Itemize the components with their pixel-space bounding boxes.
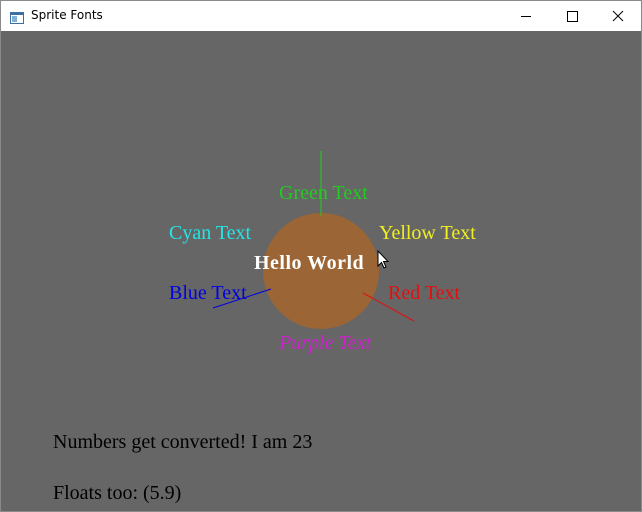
hello-world-label: Hello World: [254, 252, 365, 274]
blue-text-label: Blue Text: [169, 282, 247, 304]
window-title: Sprite Fonts: [31, 8, 103, 22]
numbers-text: Numbers get converted! I am 23: [53, 431, 313, 453]
maximize-icon: [567, 11, 578, 22]
green-text-label: Green Text: [279, 182, 368, 204]
floats-text: Floats too: (5.9): [53, 482, 182, 504]
maximize-button[interactable]: [549, 1, 595, 31]
close-icon: [612, 10, 624, 22]
cyan-text-label: Cyan Text: [169, 222, 252, 244]
render-canvas[interactable]: Green Text Cyan Text Yellow Text Hello W…: [1, 31, 641, 511]
title-bar[interactable]: Sprite Fonts: [1, 1, 641, 31]
yellow-text-label: Yellow Text: [379, 222, 476, 244]
mouse-cursor-icon: [377, 250, 389, 269]
app-window: Sprite Fonts Green Text Cyan Text Yellow…: [0, 0, 642, 512]
minimize-button[interactable]: [503, 1, 549, 31]
purple-text-label: Purple Text: [279, 332, 372, 354]
app-window-icon: [10, 9, 24, 24]
close-button[interactable]: [595, 1, 641, 31]
red-text-label: Red Text: [388, 282, 461, 304]
